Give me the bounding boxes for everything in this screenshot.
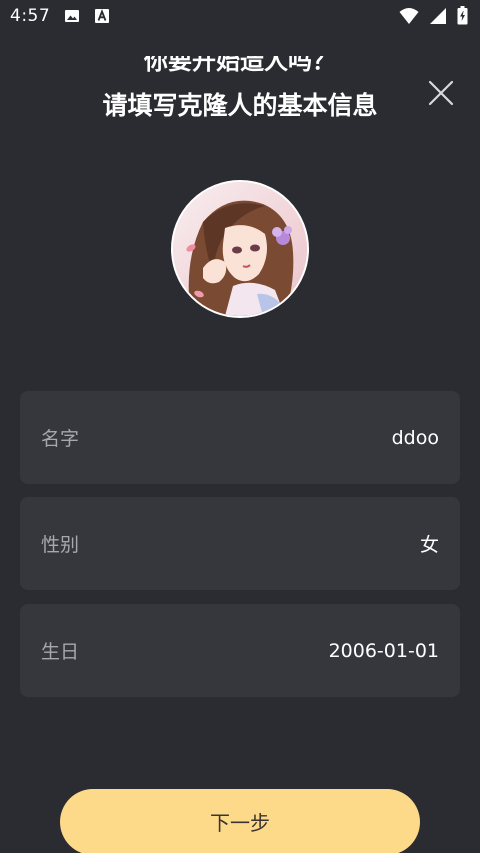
battery-icon [457, 6, 468, 25]
image-icon [65, 10, 80, 22]
birthday-field[interactable]: 生日 2006-01-01 [20, 604, 460, 697]
next-button[interactable]: 下一步 [60, 789, 420, 853]
birthday-label: 生日 [41, 641, 80, 663]
gender-value[interactable]: 女 [420, 530, 439, 557]
avatar-image [173, 182, 307, 316]
birthday-value[interactable]: 2006-01-01 [329, 640, 439, 662]
text-a-icon [95, 9, 110, 23]
status-time: 4:57 [10, 6, 51, 26]
screen: 4:57 你要开始造人吗？ 请填写克隆人的基本信息 名字 ddoo 性别 女 生… [0, 0, 480, 853]
close-button[interactable] [426, 80, 456, 108]
name-field[interactable]: 名字 ddoo [20, 391, 460, 484]
avatar[interactable] [171, 180, 309, 318]
status-bar: 4:57 [0, 0, 480, 32]
close-icon [428, 80, 454, 106]
gender-field[interactable]: 性别 女 [20, 497, 460, 590]
name-value[interactable]: ddoo [392, 427, 439, 449]
wifi-icon [399, 7, 419, 24]
next-button-label: 下一步 [210, 810, 270, 835]
title-top: 你要开始造人吗？ [0, 56, 480, 78]
page-title: 请填写克隆人的基本信息 [102, 91, 378, 120]
name-label: 名字 [41, 428, 80, 450]
signal-icon [430, 7, 446, 24]
title-top-text: 你要开始造人吗？ [144, 56, 336, 75]
gender-label: 性别 [41, 534, 80, 556]
